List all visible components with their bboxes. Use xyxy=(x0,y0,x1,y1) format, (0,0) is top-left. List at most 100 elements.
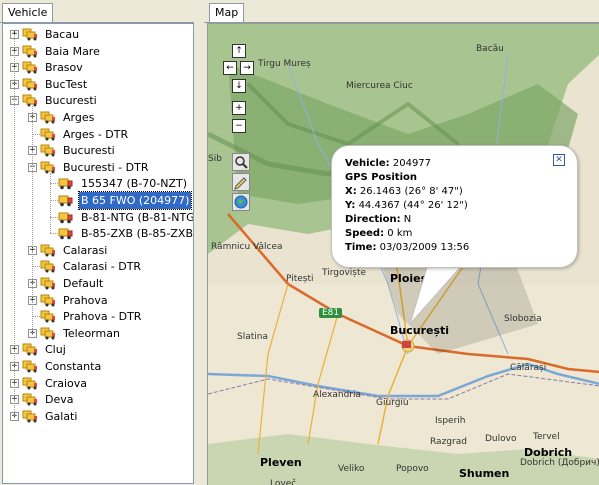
tree-node-label[interactable]: Bacau xyxy=(43,26,81,43)
truck-icon xyxy=(58,210,74,224)
town-label: Razgrad xyxy=(430,437,467,447)
tree-connector xyxy=(50,233,58,235)
popup-pointer xyxy=(409,264,464,324)
truck-group-icon xyxy=(40,259,56,273)
tree-connector xyxy=(50,216,58,218)
y-value: 44.4367 (44° 26' 12") xyxy=(358,200,468,211)
pan-up-button[interactable]: ↑ xyxy=(232,44,246,58)
tree-node-label[interactable]: Teleorman xyxy=(61,325,122,342)
magnifier-tool-icon[interactable] xyxy=(232,153,250,171)
tree-node-label[interactable]: Arges xyxy=(61,109,96,126)
town-label: Slatina xyxy=(237,332,268,342)
tree-connector xyxy=(32,266,40,268)
tree-connector xyxy=(32,106,33,333)
tree-connector xyxy=(50,200,58,201)
truck-group-icon xyxy=(40,160,56,174)
town-label: Dulovo xyxy=(485,434,517,444)
pan-down-button[interactable]: ↓ xyxy=(232,79,246,93)
town-label: București xyxy=(390,324,450,337)
vehicle-marker[interactable] xyxy=(402,341,411,348)
truck-icon xyxy=(58,176,74,190)
route-label: E81 xyxy=(319,308,343,318)
gps-position-title: GPS Position xyxy=(345,172,417,183)
y-label: Y: xyxy=(345,200,356,211)
tree-node-label[interactable]: Craiova xyxy=(43,375,89,392)
globe-tool-icon[interactable] xyxy=(232,193,250,211)
direction-value: N xyxy=(403,214,412,225)
vehicle-label: Vehicle: xyxy=(345,158,390,169)
town-label: Sib xyxy=(208,154,222,164)
time-label: Time: xyxy=(345,242,377,253)
vehicle-tree[interactable]: + Bacau + Baia Mare + Brasov + BucTest − Bucurest… xyxy=(2,23,194,484)
truck-group-icon xyxy=(22,359,38,373)
truck-group-icon xyxy=(22,93,38,107)
tree-group-node[interactable]: + Craiova xyxy=(3,375,191,392)
tree-node-label[interactable]: Galati xyxy=(43,408,79,425)
close-icon[interactable]: ✕ xyxy=(553,154,565,166)
pencil-tool-icon[interactable] xyxy=(232,173,250,191)
vehicle-value: 204977 xyxy=(392,158,432,169)
truck-group-icon xyxy=(22,376,38,390)
tree-group-node[interactable]: + Brasov xyxy=(3,59,191,76)
tree-node-label[interactable]: Bucuresti - DTR xyxy=(61,159,150,176)
town-label: Slobozia xyxy=(504,314,542,324)
town-label: Tervel xyxy=(533,432,560,442)
truck-group-icon xyxy=(40,243,56,257)
town-label: Giurgiu xyxy=(376,398,409,408)
tree-node-label[interactable]: Bucuresti xyxy=(61,142,117,159)
tab-map[interactable]: Map xyxy=(209,3,245,22)
tree-node-label[interactable]: Calarasi - DTR xyxy=(61,258,143,275)
pan-right-button[interactable]: → xyxy=(240,61,254,75)
map-panel-tabbar: Map xyxy=(204,0,599,23)
tree-connector xyxy=(14,34,15,416)
tree-node-label[interactable]: Deva xyxy=(43,391,76,408)
pan-left-button[interactable]: ← xyxy=(223,61,237,75)
tree-node-label[interactable]: Baia Mare xyxy=(43,43,102,60)
tree-group-node[interactable]: + Cluj xyxy=(3,341,191,358)
truck-group-icon xyxy=(22,342,38,356)
tree-node-label[interactable]: Prahova xyxy=(61,292,110,309)
map-view[interactable]: E81 Tirgu Mureș Miercurea Ciuc Bacău Sib Râm… xyxy=(207,23,599,485)
truck-group-icon xyxy=(40,127,56,141)
direction-label: Direction: xyxy=(345,214,401,225)
truck-icon xyxy=(58,226,74,240)
map-panel: Map E81 Tirgu Mureș Miercurea Ciuc Bacău… xyxy=(204,0,599,485)
truck-icon xyxy=(58,193,74,207)
tree-node-label[interactable]: B-85-ZXB (B-85-ZXB xyxy=(79,225,193,242)
tab-vehicle[interactable]: Vehicle xyxy=(2,3,54,22)
tree-node-label[interactable]: Default xyxy=(61,275,105,292)
tree-node-label[interactable]: Calarasi xyxy=(61,242,109,259)
x-label: X: xyxy=(345,186,357,197)
tree-node-label[interactable]: B 65 FWO (204977) xyxy=(77,191,193,210)
zoom-out-button[interactable]: − xyxy=(232,119,246,133)
tree-connector xyxy=(50,172,51,234)
tree-group-node[interactable]: + Bacau xyxy=(3,26,191,43)
truck-group-icon xyxy=(40,326,56,340)
town-label: Tirgoviște xyxy=(322,268,367,278)
zoom-in-button[interactable]: + xyxy=(232,101,246,115)
tree-group-node[interactable]: + Constanta xyxy=(3,358,191,375)
speed-value: 0 km xyxy=(387,228,413,239)
tree-node-label[interactable]: BucTest xyxy=(43,76,89,93)
tree-node-label[interactable]: B-81-NTG (B-81-NTG xyxy=(79,209,193,226)
truck-group-icon xyxy=(22,392,38,406)
tree-node-label[interactable]: Cluj xyxy=(43,341,68,358)
tree-node-label[interactable]: Brasov xyxy=(43,59,85,76)
tree-node-label[interactable]: Arges - DTR xyxy=(61,126,130,143)
tree-group-node[interactable]: + Deva xyxy=(3,391,191,408)
tree-node-label[interactable]: Prahova - DTR xyxy=(61,308,143,325)
panel-splitter[interactable] xyxy=(194,0,204,484)
town-label: Tirgu Mureș xyxy=(258,59,311,69)
tree-node-label[interactable]: Bucuresti xyxy=(43,92,99,109)
tree-node-label[interactable]: 155347 (B-70-NZT) xyxy=(79,175,189,192)
tree-group-node[interactable]: + Galati xyxy=(3,408,191,425)
tree-node-label[interactable]: Constanta xyxy=(43,358,103,375)
town-label: Shumen xyxy=(459,467,510,480)
truck-group-icon xyxy=(22,44,38,58)
truck-group-icon xyxy=(40,110,56,124)
truck-group-icon xyxy=(22,60,38,74)
tree-group-node[interactable]: + BucTest xyxy=(3,76,191,93)
truck-group-icon xyxy=(40,143,56,157)
tree-group-node[interactable]: + Baia Mare xyxy=(3,43,191,60)
x-value: 26.1463 (26° 8' 47") xyxy=(359,186,463,197)
